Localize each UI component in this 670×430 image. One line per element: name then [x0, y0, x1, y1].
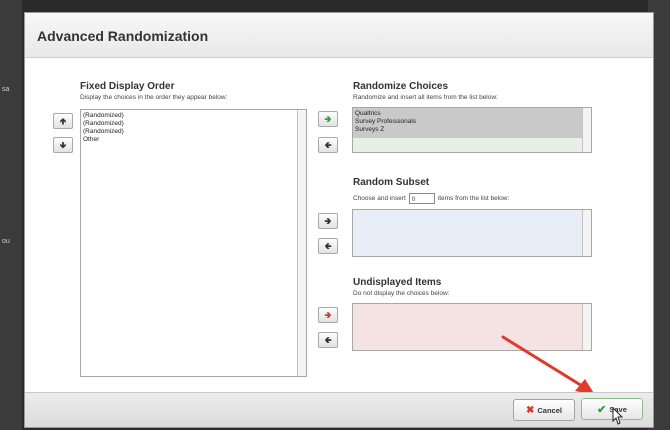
arrow-right-icon: 🢂 — [324, 216, 332, 226]
move-from-randomize-button[interactable]: 🢀 — [318, 137, 338, 153]
random-subset-list[interactable] — [352, 209, 592, 257]
subset-description-suffix: items from the list below: — [437, 195, 510, 202]
arrow-right-icon: 🢂 — [324, 310, 332, 320]
list-item[interactable]: Qualtrics — [353, 110, 591, 118]
list-item[interactable]: (Randomized) — [81, 120, 306, 128]
undisplayed-items-title: Undisplayed Items — [353, 277, 442, 288]
fixed-display-order-title: Fixed Display Order — [80, 81, 175, 92]
move-down-button[interactable]: 🢃 — [53, 137, 73, 153]
advanced-randomization-dialog: Advanced Randomization Fixed Display Ord… — [24, 12, 654, 428]
x-icon: ✖ — [526, 404, 535, 416]
page-backdrop-left: sa ou — [0, 0, 22, 430]
random-subset-title: Random Subset — [353, 177, 430, 188]
arrow-up-icon: 🢁 — [59, 116, 67, 126]
arrow-left-icon: 🢀 — [324, 335, 332, 345]
mouse-pointer-icon — [612, 407, 624, 425]
move-from-subset-button[interactable]: 🢀 — [318, 238, 338, 254]
move-to-undisplayed-button[interactable]: 🢂 — [318, 307, 338, 323]
arrow-left-icon: 🢀 — [324, 241, 332, 251]
arrow-left-icon: 🢀 — [324, 140, 332, 150]
randomize-choices-title: Randomize Choices — [353, 81, 449, 92]
randomize-choices-list[interactable]: Qualtrics Survey Professionals Surveys Z — [352, 107, 592, 153]
list-scrollbar[interactable] — [297, 110, 306, 376]
move-up-button[interactable]: 🢁 — [53, 113, 73, 129]
list-item[interactable]: (Randomized) — [81, 112, 306, 120]
move-to-subset-button[interactable]: 🢂 — [318, 213, 338, 229]
annotation-arrow-icon — [501, 335, 595, 395]
subset-description-prefix: Choose and insert — [353, 195, 406, 202]
move-from-undisplayed-button[interactable]: 🢀 — [318, 332, 338, 348]
list-item[interactable]: Surveys Z — [353, 126, 591, 134]
list-item[interactable]: (Randomized) — [81, 128, 306, 136]
subset-count-input[interactable]: 0 — [408, 193, 435, 204]
list-item[interactable]: Other — [81, 136, 306, 144]
backdrop-edge-text: ou — [2, 238, 10, 245]
list-scrollbar[interactable] — [582, 210, 591, 256]
fixed-display-order-description: Display the choices in the order they ap… — [80, 94, 228, 101]
backdrop-edge-text: sa — [2, 86, 10, 93]
randomize-choices-description: Randomize and insert all items from the … — [353, 94, 498, 101]
arrow-down-icon: 🢃 — [59, 140, 67, 150]
list-scrollbar[interactable] — [582, 108, 591, 152]
arrow-right-icon: 🢂 — [324, 114, 332, 124]
checkmark-icon: ✔ — [597, 403, 607, 416]
dialog-title: Advanced Randomization — [37, 28, 209, 44]
list-bottom-tint — [353, 138, 582, 152]
fixed-display-order-list[interactable]: (Randomized) (Randomized) (Randomized) O… — [80, 109, 307, 377]
undisplayed-items-description: Do not display the choices below: — [353, 290, 450, 297]
list-item[interactable]: Survey Professionals — [353, 118, 591, 126]
move-to-randomize-button[interactable]: 🢂 — [318, 111, 338, 127]
cancel-button[interactable]: ✖ Cancel — [513, 399, 575, 421]
dialog-footer: ✖ Cancel ✔ Save — [25, 392, 653, 427]
dialog-header: Advanced Randomization — [25, 13, 653, 58]
random-subset-description: Choose and insert 0 items from the list … — [353, 193, 509, 204]
cancel-button-label: Cancel — [537, 405, 562, 415]
